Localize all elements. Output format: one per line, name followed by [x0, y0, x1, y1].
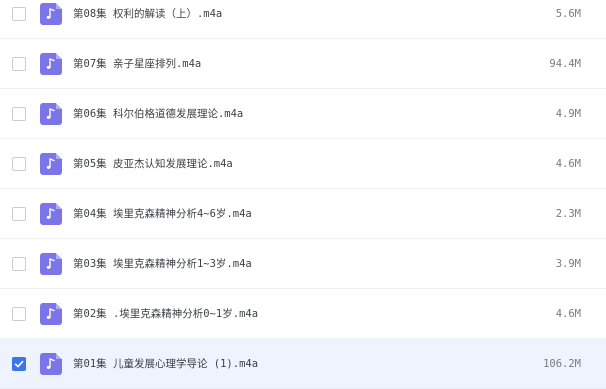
music-note-icon — [40, 302, 62, 325]
music-note-icon — [40, 352, 62, 375]
file-row[interactable]: 第02集 .埃里克森精神分析0~1岁.m4a 4.6M — [0, 289, 606, 339]
file-list: 第08集 权利的解读（上）.m4a 5.6M 第07集 亲子星座排列.m4a 9… — [0, 0, 606, 389]
music-note-icon — [40, 52, 62, 75]
file-name[interactable]: 第06集 科尔伯格道德发展理论.m4a — [73, 106, 243, 121]
file-row[interactable]: 第06集 科尔伯格道德发展理论.m4a 4.9M — [0, 89, 606, 139]
checkmark-icon — [14, 360, 24, 367]
music-note-icon — [40, 252, 62, 275]
file-row[interactable]: 第07集 亲子星座排列.m4a 94.4M — [0, 39, 606, 89]
file-name[interactable]: 第05集 皮亚杰认知发展理论.m4a — [73, 156, 233, 171]
music-note-icon — [40, 152, 62, 175]
file-name[interactable]: 第03集 埃里克森精神分析1~3岁.m4a — [73, 256, 252, 271]
file-size: 4.6M — [555, 157, 581, 170]
file-name[interactable]: 第04集 埃里克森精神分析4~6岁.m4a — [73, 206, 252, 221]
file-name[interactable]: 第02集 .埃里克森精神分析0~1岁.m4a — [73, 306, 258, 321]
music-note-icon — [40, 2, 62, 25]
row-checkbox[interactable] — [12, 6, 26, 21]
row-checkbox[interactable] — [12, 256, 26, 271]
file-size: 5.6M — [555, 7, 581, 20]
row-checkbox[interactable] — [12, 106, 26, 121]
row-checkbox[interactable] — [12, 56, 26, 71]
file-row[interactable]: 第01集 儿童发展心理学导论 (1).m4a 106.2M — [0, 339, 606, 389]
file-size: 4.9M — [555, 107, 581, 120]
row-checkbox[interactable] — [12, 156, 26, 171]
row-checkbox[interactable] — [12, 206, 26, 221]
row-checkbox[interactable] — [12, 306, 26, 321]
file-row[interactable]: 第03集 埃里克森精神分析1~3岁.m4a 3.9M — [0, 239, 606, 289]
file-name[interactable]: 第08集 权利的解读（上）.m4a — [73, 6, 222, 21]
music-note-icon — [40, 202, 62, 225]
file-size: 3.9M — [555, 257, 581, 270]
file-size: 94.4M — [549, 57, 581, 70]
file-size: 106.2M — [543, 357, 581, 370]
file-size: 4.6M — [555, 307, 581, 320]
file-row[interactable]: 第08集 权利的解读（上）.m4a 5.6M — [0, 0, 606, 39]
music-note-icon — [40, 102, 62, 125]
file-row[interactable]: 第05集 皮亚杰认知发展理论.m4a 4.6M — [0, 139, 606, 189]
file-name[interactable]: 第01集 儿童发展心理学导论 (1).m4a — [73, 356, 258, 371]
file-row[interactable]: 第04集 埃里克森精神分析4~6岁.m4a 2.3M — [0, 189, 606, 239]
file-name[interactable]: 第07集 亲子星座排列.m4a — [73, 56, 201, 71]
row-checkbox[interactable] — [12, 356, 26, 371]
file-size: 2.3M — [555, 207, 581, 220]
